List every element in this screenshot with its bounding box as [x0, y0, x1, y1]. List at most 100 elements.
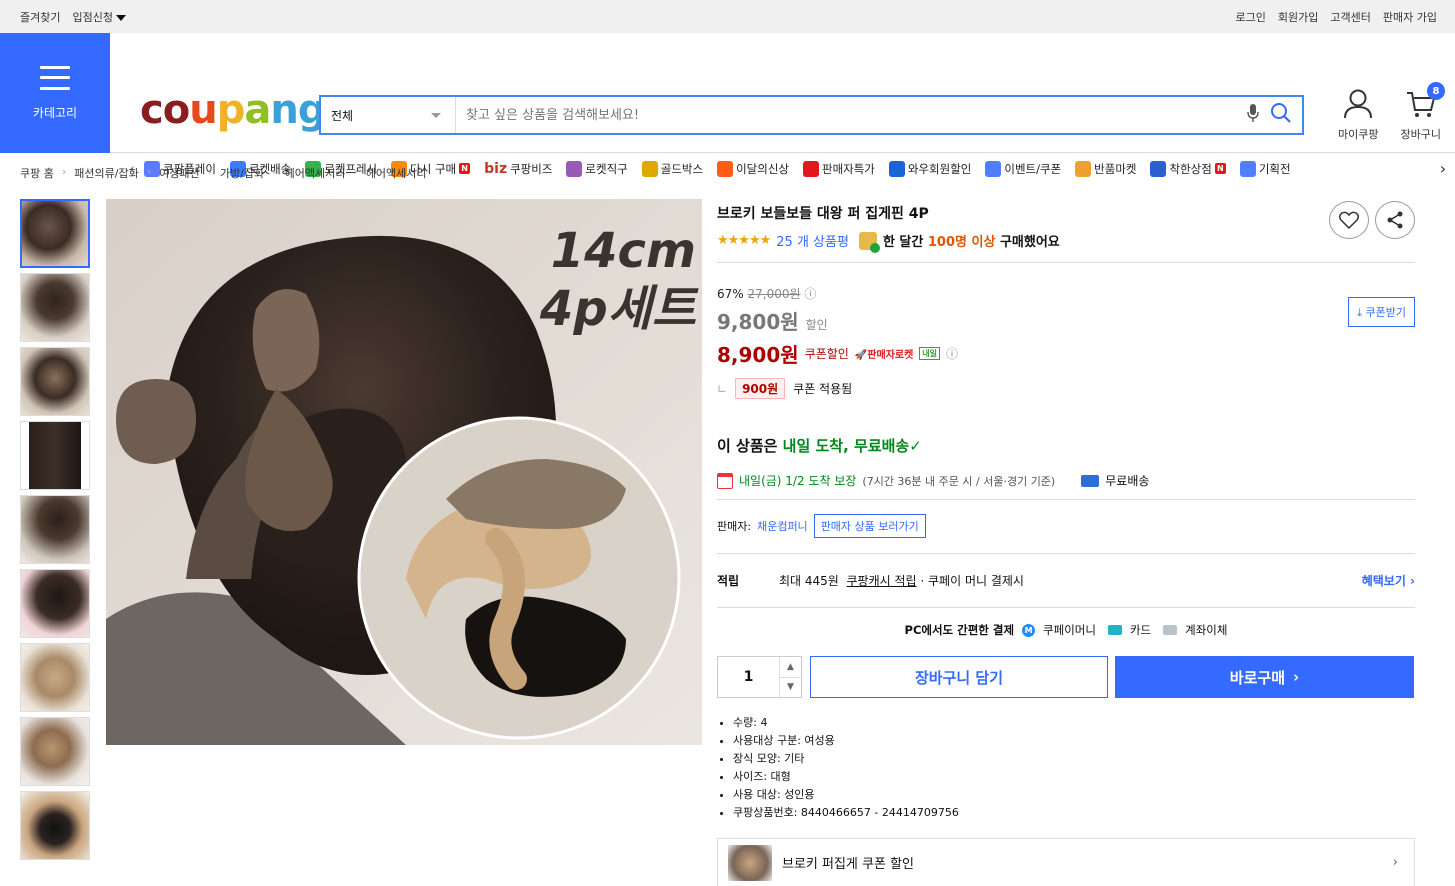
signup-link[interactable]: 회원가입	[1278, 9, 1318, 25]
overlay-size-text: 14cm	[550, 223, 696, 279]
nextday-badge: 내일	[919, 347, 941, 360]
related-coupon-card[interactable]: 브로키 퍼집게 쿠폰 할인 ›	[717, 838, 1415, 886]
search-scope-value: 전체	[331, 108, 354, 123]
search-bar: 전체	[319, 95, 1304, 135]
product-thumbnail[interactable]	[20, 569, 90, 638]
payment-method-transfer: 계좌이체	[1185, 623, 1228, 637]
seller-name-link[interactable]: 채운컴퍼니	[757, 518, 808, 534]
chevron-right-icon: ›	[1293, 668, 1300, 686]
product-thumbnail[interactable]	[20, 273, 90, 342]
spec-item: 수량: 4	[733, 714, 1415, 732]
buy-now-button[interactable]: 바로구매 ›	[1115, 656, 1414, 698]
catnav-item[interactable]: 로켓직구	[566, 160, 628, 177]
product-thumbnail[interactable]	[20, 199, 90, 268]
share-button[interactable]	[1375, 201, 1415, 239]
catnav-item[interactable]: 기획전	[1239, 160, 1291, 177]
coupon-download-button[interactable]: ⤓ 쿠폰받기	[1348, 297, 1415, 327]
catnav-item[interactable]: 반품마켓	[1075, 160, 1136, 177]
cart-button[interactable]: 8 장바구니	[1400, 82, 1445, 142]
product-thumbnail[interactable]	[20, 643, 90, 712]
check-icon: ✓	[909, 437, 922, 455]
product-title: 브로키 보들보들 대왕 퍼 집게핀 4P	[717, 206, 929, 222]
original-price: 27,000원	[747, 287, 801, 301]
search-icon[interactable]	[1270, 102, 1292, 128]
coupang-logo[interactable]: coupang	[140, 90, 326, 130]
coupang-cash-link[interactable]: 쿠팡캐시 적립	[846, 572, 916, 589]
mycoupang-button[interactable]: 마이쿠팡	[1338, 88, 1379, 142]
breadcrumb-item[interactable]: 여성패션	[159, 165, 199, 181]
catnav-item[interactable]: 와우회원할인	[888, 160, 972, 177]
quantity-decrease-icon[interactable]: ▼	[780, 678, 801, 698]
vendor-apply-menu[interactable]: 입점신청	[72, 9, 126, 25]
catnav-item[interactable]: 착한상점 N	[1150, 160, 1226, 177]
overlay-set-text: 4p세트	[539, 280, 696, 337]
catnav-item[interactable]: 판매자특가	[802, 160, 875, 177]
breadcrumb-item[interactable]: 패션의류/잡화	[74, 165, 138, 181]
seller-signup-link[interactable]: 판매자 가입	[1383, 9, 1437, 25]
nav-next-arrow-icon[interactable]: ›	[1431, 159, 1455, 178]
delivery-eta: 내일(금) 1/2 도착 보장 (7시간 36분 내 주문 시 / 서울·경기 …	[717, 472, 1415, 499]
benefits-link[interactable]: 혜택보기 ›	[1362, 572, 1415, 589]
spec-item: 사이즈: 대형	[733, 768, 1415, 786]
search-input[interactable]	[456, 97, 1246, 133]
breadcrumb-item[interactable]: 헤어액세서리	[366, 165, 427, 181]
vendor-apply-label: 입점신청	[72, 10, 113, 24]
wishlist-button[interactable]	[1329, 201, 1369, 239]
catnav-item[interactable]: biz 쿠팡비즈	[484, 161, 552, 177]
hamburger-icon	[40, 65, 70, 90]
payment-methods: PC에서도 간편한 결제 M 쿠페이머니 카드 계좌이체	[717, 608, 1415, 656]
breadcrumb-item[interactable]: 헤어액세서리	[285, 165, 346, 181]
info-icon[interactable]: ⓘ	[804, 287, 816, 301]
heart-icon	[1339, 211, 1359, 229]
product-thumbnail[interactable]	[20, 347, 90, 416]
quantity-increase-icon[interactable]: ▲	[780, 657, 801, 678]
breadcrumb-item[interactable]: 쿠팡 홈	[20, 165, 54, 181]
tag-icon	[1239, 160, 1256, 177]
payment-title: PC에서도 간편한 결제	[904, 623, 1015, 637]
global-rocket-icon	[566, 160, 583, 177]
info-icon[interactable]: ⓘ	[946, 345, 958, 362]
sale-price: 9,800원 할인	[717, 310, 828, 334]
seller-products-button[interactable]: 판매자 상품 보러가기	[813, 514, 926, 538]
product-thumbnail[interactable]	[20, 421, 90, 490]
catnav-item[interactable]: 골드박스	[641, 160, 703, 177]
wow-icon	[888, 160, 905, 177]
coupon-icon	[985, 160, 1002, 177]
catnav-item[interactable]: 이벤트/쿠폰	[985, 160, 1061, 177]
product-thumbnail[interactable]	[20, 495, 90, 564]
card-icon	[1107, 625, 1122, 635]
microphone-icon[interactable]	[1246, 103, 1260, 127]
site-header: 카테고리 coupang 전체 마이쿠팡 8 장바구니	[0, 33, 1455, 178]
catnav-prefix: biz	[484, 160, 508, 177]
cart-label: 장바구니	[1400, 128, 1441, 141]
login-link[interactable]: 로그인	[1236, 9, 1266, 25]
spec-item: 사용대상 구분: 여성용	[733, 732, 1415, 750]
coupon-product-thumbnail	[728, 844, 772, 881]
catnav-label: 착한상점	[1169, 161, 1212, 176]
seller-deal-icon	[802, 160, 819, 177]
bookmark-link[interactable]: 즐겨찾기	[20, 9, 60, 25]
purchase-count-text: 한 달간 100명 이상 구매했어요	[882, 235, 1060, 250]
review-count-link[interactable]: 25 개 상품평	[776, 231, 849, 250]
indent-corner-icon: ∟	[717, 381, 728, 396]
customer-center-link[interactable]: 고객센터	[1330, 9, 1370, 25]
truck-icon	[1081, 474, 1100, 487]
catnav-label: 이달의신상	[736, 161, 789, 176]
catnav-label: 와우회원할인	[907, 161, 972, 176]
category-menu-button[interactable]: 카테고리	[0, 33, 110, 153]
new-badge: N	[459, 163, 471, 174]
breadcrumb-item[interactable]: 가방/잡화	[220, 165, 264, 181]
main-product-image[interactable]: 14cm 4p세트	[106, 199, 702, 745]
product-thumbnail[interactable]	[20, 717, 90, 786]
seller-rocket-badge: 🚀판매자로켓	[854, 350, 914, 361]
cart-count-badge: 8	[1427, 82, 1445, 100]
coupon-applied-text: 쿠폰 적용됨	[793, 382, 853, 396]
add-to-cart-button[interactable]: 장바구니 담기	[810, 656, 1108, 698]
coupon-price: 8,900원 쿠폰할인 🚀판매자로켓 내일 ⓘ	[717, 343, 959, 367]
quantity-input[interactable]: 1	[718, 657, 779, 697]
chevron-right-icon: ›	[1392, 855, 1398, 870]
points-max: 최대 445원	[779, 574, 839, 588]
search-scope-select[interactable]: 전체	[321, 97, 456, 133]
product-thumbnail[interactable]	[20, 791, 90, 860]
catnav-item[interactable]: 이달의신상	[717, 160, 789, 177]
